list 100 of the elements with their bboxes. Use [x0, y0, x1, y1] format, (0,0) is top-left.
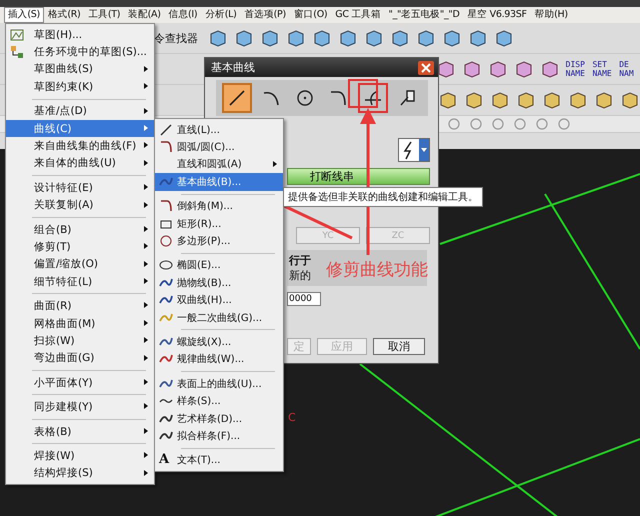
cube-icon[interactable] [442, 29, 462, 47]
menu-item[interactable]: 基准/点(D) [6, 102, 154, 120]
name-tool-button[interactable]: DISP NAME [566, 60, 586, 78]
line-icon [159, 122, 173, 137]
menu-bar-item[interactable]: 星空 V6.93SF [464, 7, 531, 23]
name-tool-button[interactable]: DE NAM [619, 60, 640, 78]
break-string-button[interactable]: 打断线串 [287, 168, 430, 185]
cube-icon[interactable] [312, 29, 332, 47]
menu-bar-item[interactable]: 工具(T) [84, 7, 124, 23]
menu-item[interactable]: 焊接(W) [6, 447, 154, 465]
menu-item[interactable]: 圆弧/圆(C)... [155, 138, 283, 156]
menu-bar-item[interactable]: GC 工具箱 [331, 7, 384, 23]
menu-item[interactable]: 拟合样条(F)... [155, 427, 283, 445]
cube-icon[interactable] [390, 29, 410, 47]
cube-icon[interactable] [416, 29, 436, 47]
menu-bar-item[interactable]: "_"老五电极"_"D [384, 7, 464, 23]
menu-item[interactable]: 艺术样条(D)... [155, 410, 283, 428]
menu-bar-item[interactable]: 格式(R) [44, 7, 84, 23]
menu-item[interactable]: 结构焊接(S) [6, 464, 154, 482]
cube-icon[interactable] [620, 91, 640, 109]
option-label[interactable]: 新的 [289, 268, 311, 283]
menu-item[interactable]: 草图曲线(S) [6, 60, 154, 78]
menu-item[interactable]: A 文本(T)... [155, 452, 283, 470]
menu-item[interactable]: 一般二次曲线(G)... [155, 308, 283, 326]
menu-item[interactable]: 椭圆(E)... [155, 256, 283, 274]
cube-icon[interactable] [542, 91, 562, 109]
tooltip: 提供备选但非关联的曲线创建和编辑工具。 [283, 187, 483, 207]
menu-item[interactable]: 来自曲线集的曲线(F) [6, 137, 154, 155]
point-method-dropdown[interactable] [398, 138, 430, 162]
menu-bar-item[interactable]: 帮助(H) [530, 7, 572, 23]
menu-item[interactable]: 来自体的曲线(U) [6, 154, 154, 172]
menu-item[interactable]: 倒斜角(M)... [155, 198, 283, 215]
cube-icon[interactable] [208, 29, 228, 47]
letter-icon: A [159, 453, 170, 468]
menu-item[interactable]: 细节特征(L) [6, 273, 154, 290]
cube-icon[interactable] [594, 91, 614, 109]
circle-icon [159, 234, 173, 248]
menu-bar-item[interactable]: 信息(I) [164, 7, 202, 23]
menu-item[interactable]: 组合(B) [6, 220, 154, 238]
cube-icon[interactable] [234, 29, 254, 47]
menu-item[interactable]: 设计特征(E) [6, 179, 154, 197]
menu-item[interactable]: 修剪(T) [6, 238, 154, 256]
menu-item[interactable]: 规律曲线(W)... [155, 350, 283, 368]
command-finder-label[interactable]: 令查找器 [154, 30, 198, 46]
menu-item[interactable]: 同步建模(Y) [6, 398, 154, 416]
menu-item[interactable]: 扫掠(W) [6, 332, 154, 350]
menu-bar-item[interactable]: 首选项(P) [240, 7, 290, 23]
menu-item[interactable]: 直线(L)... [155, 121, 283, 138]
cube-icon[interactable] [516, 91, 536, 109]
cube-icon[interactable] [338, 29, 358, 47]
curve-tool-button[interactable] [222, 83, 252, 113]
menu-item[interactable]: 草图约束(K) [6, 78, 154, 96]
menu-bar-item[interactable]: 分析(L) [201, 7, 241, 23]
ellipse-icon [159, 258, 173, 272]
cube-icon[interactable] [488, 60, 508, 78]
cube-icon[interactable] [364, 29, 384, 47]
highlight-frame [348, 79, 378, 108]
cube-icon[interactable] [568, 91, 588, 109]
menu-item[interactable]: 弯边曲面(G) [6, 350, 154, 368]
menu-bar-item[interactable]: 装配(A) [124, 7, 165, 23]
close-icon[interactable] [418, 60, 434, 74]
menu-item[interactable]: 基本曲线(B)... [155, 173, 283, 191]
menu-item[interactable]: 任务环境中的草图(S)... [6, 43, 154, 61]
arc-icon [159, 199, 173, 214]
menu-item[interactable]: 小平面体(Y) [6, 374, 154, 392]
cube-icon[interactable] [468, 29, 488, 47]
menu-item[interactable]: 矩形(R)... [155, 214, 283, 232]
menu-item[interactable]: 草图(H)... [6, 26, 154, 44]
trim-icon [364, 89, 382, 107]
cube-icon[interactable] [490, 91, 510, 109]
menu-item[interactable]: 表格(B) [6, 422, 154, 440]
cube-icon[interactable] [438, 91, 458, 109]
menu-item[interactable]: 多边形(P)... [155, 232, 283, 250]
cube-icon[interactable] [494, 29, 514, 47]
menu-item[interactable]: 双曲线(H)... [155, 292, 283, 309]
menu-item[interactable]: 偏置/缩放(O) [6, 256, 154, 274]
menu-bar-item[interactable]: 窗口(O) [290, 7, 332, 23]
menu-item[interactable]: 螺旋线(X)... [155, 333, 283, 351]
menu-bar-item[interactable]: 插入(S) [4, 7, 44, 23]
cube-icon[interactable] [286, 29, 306, 47]
annotation-text: 修剪曲线功能 [326, 259, 428, 281]
value-input-field[interactable]: 0000 [287, 292, 321, 306]
menu-item[interactable]: 表面上的曲线(U)... [155, 375, 283, 392]
dialog-button[interactable]: 取消 [373, 338, 425, 355]
menu-item[interactable]: 曲面(R) [6, 297, 154, 315]
cube-icon[interactable] [260, 29, 280, 47]
menu-item[interactable]: 直线和圆弧(A) [155, 156, 283, 174]
menu-item[interactable]: 网格曲面(M) [6, 314, 154, 332]
cube-icon[interactable] [540, 60, 560, 78]
cube-icon[interactable] [462, 60, 482, 78]
cube-icon[interactable] [464, 91, 484, 109]
menu-item[interactable]: 关联复制(A) [6, 196, 154, 214]
cube-icon[interactable] [514, 60, 534, 78]
arc-icon [159, 140, 173, 154]
menu-item[interactable]: 样条(S)... [155, 392, 283, 410]
name-tool-button[interactable]: SET NAME [592, 60, 614, 78]
menu-item[interactable]: 曲线(C) [6, 120, 154, 138]
curve-tool-button[interactable] [358, 83, 388, 113]
nodes-icon [10, 45, 24, 60]
menu-item[interactable]: 抛物线(B)... [155, 274, 283, 292]
